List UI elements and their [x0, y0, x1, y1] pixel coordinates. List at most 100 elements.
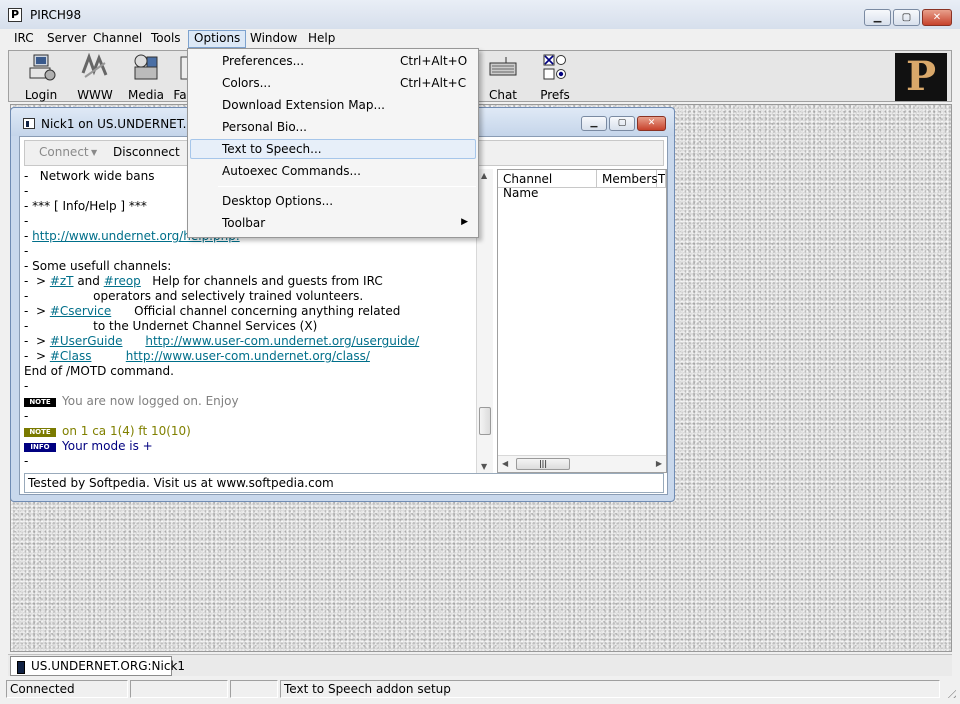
log-line: End of /MOTD command. — [24, 364, 174, 378]
www-button[interactable]: WWW — [73, 52, 117, 102]
prefs-icon — [543, 54, 566, 80]
log-text: - > — [24, 274, 50, 288]
log-text: - > — [24, 304, 50, 318]
menu-colors[interactable]: Colors... Ctrl+Alt+C — [190, 73, 476, 93]
menu-separator — [218, 186, 476, 187]
app-icon: P — [8, 8, 22, 22]
menu-window[interactable]: Window — [244, 30, 303, 48]
menu-item-label: Desktop Options... — [222, 194, 334, 208]
chat-icon — [489, 57, 517, 76]
media-button[interactable]: Media — [124, 53, 168, 102]
login-button[interactable]: Login — [19, 53, 63, 102]
title-bar: P PIRCH98 ▁ ▢ ✕ — [0, 0, 960, 30]
status-bar: Connected Text to Speech addon setup — [0, 678, 960, 704]
column-members[interactable]: Members — [597, 170, 658, 188]
prefs-button[interactable]: Prefs — [533, 53, 577, 102]
media-icon — [134, 54, 158, 80]
menu-text-to-speech[interactable]: Text to Speech... — [190, 139, 476, 159]
log-line: - — [24, 244, 29, 258]
menu-item-label: Download Extension Map... — [222, 98, 385, 112]
log-line: NOTE You are now logged on. Enjoy — [24, 394, 475, 409]
menu-item-label: Personal Bio... — [222, 120, 307, 134]
menu-item-label: Text to Speech... — [222, 142, 322, 156]
www-label: WWW — [77, 88, 113, 102]
options-menu: Preferences... Ctrl+Alt+O Colors... Ctrl… — [187, 48, 479, 238]
userguide-url-link[interactable]: http://www.user-com.undernet.org/usergui… — [145, 334, 419, 348]
pirch-logo: P — [895, 53, 947, 101]
log-text: - > — [24, 334, 50, 348]
log-line: - — [24, 409, 29, 423]
channel-link-userguide[interactable]: #UserGuide — [50, 334, 123, 348]
column-channel-name[interactable]: Channel Name — [498, 170, 597, 200]
log-text: Your mode is + — [62, 439, 153, 453]
log-text: and — [73, 274, 104, 288]
www-icon — [81, 52, 108, 78]
log-text: - — [24, 229, 33, 243]
menu-channel[interactable]: Channel — [87, 30, 148, 48]
log-text: on 1 ca 1(4) ft 10(10) — [62, 424, 191, 438]
minimize-button[interactable]: ▁ — [864, 9, 891, 26]
channel-list-hscrollbar[interactable]: ◀ ||| ▶ — [498, 455, 666, 472]
window-title: PIRCH98 — [30, 8, 82, 22]
menu-irc[interactable]: IRC — [8, 30, 40, 48]
scroll-left-icon[interactable]: ◀ — [502, 459, 508, 468]
chat-button[interactable]: Chat — [481, 53, 525, 102]
channel-list[interactable]: Channel Name Members T ◀ ||| ▶ — [497, 169, 667, 473]
child-maximize-button[interactable]: ▢ — [609, 116, 635, 131]
log-line: - > #Class http://www.user-com.undernet.… — [24, 349, 475, 364]
menu-desktop-options[interactable]: Desktop Options... — [190, 191, 476, 211]
login-label: Login — [24, 88, 58, 102]
menu-download-extension-map[interactable]: Download Extension Map... — [190, 95, 476, 115]
connect-dropdown-icon[interactable]: ▼ — [91, 148, 97, 157]
menu-toolbar[interactable]: Toolbar ▶ — [190, 213, 476, 233]
hscroll-thumb[interactable]: ||| — [516, 458, 570, 470]
media-label: Media — [127, 88, 165, 102]
info-badge: INFO — [24, 443, 56, 452]
menu-item-label: Preferences... — [222, 54, 305, 68]
command-input[interactable]: Tested by Softpedia. Visit us at www.sof… — [24, 473, 664, 493]
disconnect-button[interactable]: Disconnect — [113, 145, 180, 159]
menu-options[interactable]: Options — [188, 30, 247, 48]
menu-item-shortcut: Ctrl+Alt+C — [400, 76, 467, 90]
menu-personal-bio[interactable]: Personal Bio... — [190, 117, 476, 137]
taskbar-tab-server[interactable]: US.UNDERNET.ORG:Nick1 — [10, 656, 185, 676]
close-button[interactable]: ✕ — [922, 9, 952, 26]
login-icon — [29, 54, 56, 81]
column-topic[interactable]: T — [657, 170, 666, 188]
resize-grip-icon[interactable] — [944, 686, 956, 698]
connect-button[interactable]: Connect — [39, 145, 89, 159]
channel-link-class[interactable]: #Class — [50, 349, 92, 363]
maximize-button[interactable]: ▢ — [893, 9, 920, 26]
chat-label: Chat — [488, 88, 518, 102]
note-badge: NOTE — [24, 398, 56, 407]
log-line: - > #zT and #reop Help for channels and … — [24, 274, 475, 289]
child-close-button[interactable]: ✕ — [637, 116, 666, 131]
menu-autoexec-commands[interactable]: Autoexec Commands... — [190, 161, 476, 181]
log-text: Official channel concerning anything rel… — [111, 304, 401, 318]
menu-preferences[interactable]: Preferences... Ctrl+Alt+O — [190, 51, 476, 71]
menu-item-label: Toolbar — [222, 216, 266, 230]
log-text: - > — [24, 349, 50, 363]
log-line: - operators and selectively trained volu… — [24, 289, 364, 303]
channel-link-zt[interactable]: #zT — [50, 274, 74, 288]
log-text: You are now logged on. Enjoy — [62, 394, 239, 408]
status-connection: Connected — [6, 680, 128, 698]
log-line: - > #UserGuide http://www.user-com.under… — [24, 334, 475, 349]
scroll-down-icon[interactable]: ▼ — [481, 462, 487, 471]
menu-item-label: Autoexec Commands... — [222, 164, 361, 178]
scroll-up-icon[interactable]: ▲ — [481, 171, 487, 180]
scroll-right-icon[interactable]: ▶ — [656, 459, 662, 468]
channel-link-reop[interactable]: #reop — [104, 274, 141, 288]
window-icon — [23, 118, 35, 129]
menu-server[interactable]: Server — [41, 30, 92, 48]
log-line: - Some usefull channels: — [24, 259, 172, 273]
menu-help[interactable]: Help — [302, 30, 341, 48]
status-cell-empty — [130, 680, 228, 698]
menu-tools[interactable]: Tools — [145, 30, 187, 48]
log-line: - — [24, 379, 29, 393]
channel-link-cservice[interactable]: #Cservice — [50, 304, 111, 318]
child-minimize-button[interactable]: ▁ — [581, 116, 607, 131]
class-url-link[interactable]: http://www.user-com.undernet.org/class/ — [126, 349, 370, 363]
menu-item-shortcut: Ctrl+Alt+O — [400, 54, 468, 68]
log-scroll-thumb[interactable] — [479, 407, 491, 435]
